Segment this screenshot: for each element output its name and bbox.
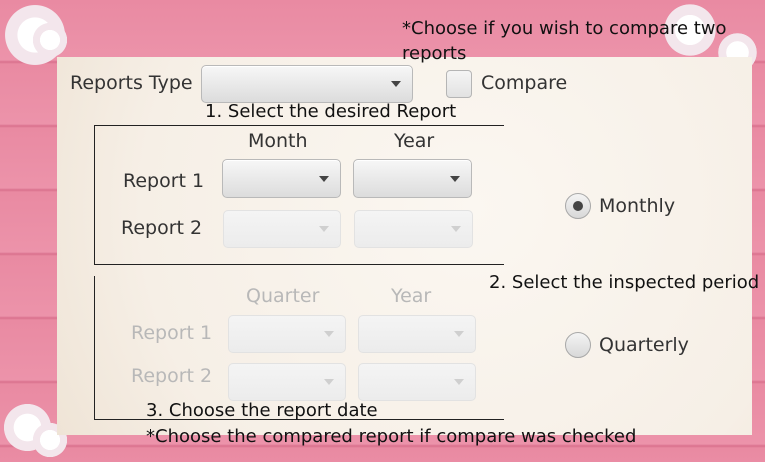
reports-type-dropdown[interactable]	[201, 65, 413, 103]
section2-left-border	[94, 276, 95, 420]
month-header: Month	[248, 130, 308, 152]
chevron-down-icon	[324, 379, 334, 385]
monthly-label: Monthly	[599, 195, 676, 217]
monthly-radio[interactable]	[565, 193, 591, 219]
section1-bottom-border	[94, 264, 504, 265]
year-header: Year	[394, 130, 435, 152]
quarterly-radio[interactable]	[565, 332, 591, 358]
report2-label: Report 2	[131, 365, 213, 387]
report1-month-dropdown[interactable]	[222, 159, 341, 198]
radio-selected-dot	[573, 201, 583, 211]
chevron-down-icon	[454, 379, 464, 385]
chevron-down-icon	[391, 81, 401, 87]
year-header: Year	[391, 285, 432, 307]
report2-quarter-dropdown[interactable]	[228, 363, 346, 401]
compare-checkbox[interactable]	[446, 70, 472, 98]
compare-label: Compare	[481, 72, 568, 94]
footer-note: *Choose the compared report if compare w…	[146, 426, 637, 447]
report1-quarter-dropdown[interactable]	[228, 315, 346, 353]
report1-label: Report 1	[131, 322, 213, 344]
quarter-header: Quarter	[246, 285, 320, 307]
report2-month-dropdown[interactable]	[223, 210, 341, 248]
chevron-down-icon	[454, 331, 464, 337]
report2-year-dropdown[interactable]	[354, 210, 473, 248]
step2-instruction: 2. Select the inspected period	[489, 272, 760, 293]
step1-instruction: 1. Select the desired Report	[205, 101, 457, 122]
report1-year-dropdown[interactable]	[353, 159, 472, 198]
section1-top-border	[94, 125, 504, 126]
compare-hint: *Choose if you wish to compare two repor…	[402, 18, 727, 64]
chevron-down-icon	[451, 226, 461, 232]
reports-type-label: Reports Type	[70, 72, 193, 94]
chevron-down-icon	[319, 175, 329, 182]
chevron-down-icon	[319, 226, 329, 232]
report1-label: Report 1	[123, 170, 205, 192]
section1-left-border	[94, 125, 95, 264]
report2-label: Report 2	[121, 217, 203, 239]
chevron-down-icon	[324, 331, 334, 337]
quarterly-label: Quarterly	[599, 334, 689, 356]
report1-year-dropdown[interactable]	[358, 315, 476, 353]
decorative-flower	[30, 20, 70, 60]
chevron-down-icon	[450, 175, 460, 182]
report2-year-dropdown[interactable]	[358, 363, 476, 401]
step3-instruction: 3. Choose the report date	[146, 400, 378, 421]
